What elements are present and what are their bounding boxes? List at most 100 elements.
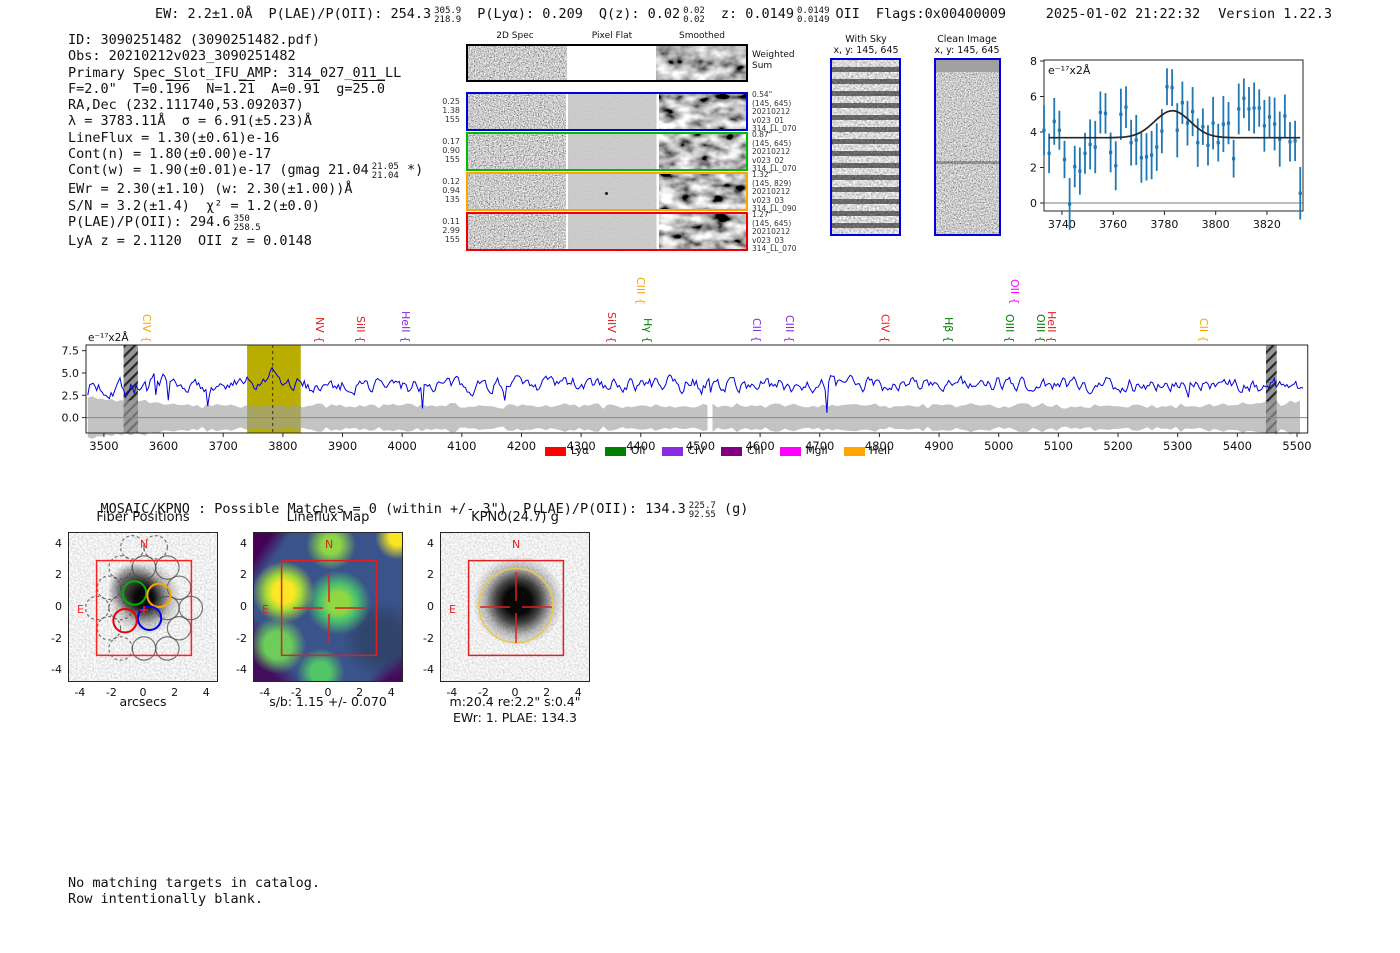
ifu-amp-line: Primary Spec_Slot_IFU_AMP: 314_027_011_L… [68, 64, 402, 81]
spectrum-x-tick: 4000 [388, 439, 417, 453]
inset-x-tick: 3820 [1253, 218, 1281, 231]
legend-label: HeII [869, 445, 891, 457]
panel-y-tick: -2 [236, 631, 247, 645]
catalog-note: No matching targets in catalog. Row inte… [68, 875, 320, 907]
legend-label: MgII [805, 445, 828, 457]
inset-y-tick: 4 [1030, 126, 1037, 139]
panel-y-tick: 2 [240, 568, 247, 582]
panel-x-tick: 4 [202, 686, 210, 699]
spectrum-x-tick: 3700 [209, 439, 238, 453]
fiber-circle [166, 615, 192, 641]
inset-x-tick: 3780 [1150, 218, 1178, 231]
plae-poii-line: P(LAE)/P(OII): 294.6 350 258.5 [68, 213, 261, 233]
weighted-sum-row [466, 44, 748, 82]
cutout-col-title-smoothed: Smoothed [679, 31, 725, 41]
inset-x-tick: 3760 [1099, 218, 1127, 231]
panel-x-tick: -2 [477, 686, 489, 699]
spectrum-y-tick: 0.0 [62, 412, 80, 425]
spectrum-x-tick: 3800 [268, 439, 297, 453]
inset-y-tick: 0 [1030, 197, 1037, 210]
kpno-xlabel2: EWr: 1. PLAE: 134.3 [453, 710, 577, 725]
legend-swatch [605, 446, 627, 456]
spectrum-x-tick: 5000 [984, 439, 1013, 453]
panel-y-tick: 4 [427, 536, 434, 550]
panel-x-tick: 4 [574, 686, 582, 699]
inset-y-tick: 2 [1030, 162, 1037, 175]
panel-y-tick: 0 [55, 600, 62, 613]
with-sky-panel [830, 58, 901, 236]
panel-y-tick: -2 [51, 631, 62, 645]
clean-image-panel [934, 58, 1001, 236]
cutout-row-left-metrics: 0.17 0.90 155 [442, 137, 460, 164]
header-z: z: 0.0149 0.0149 0.0149 OII [720, 6, 860, 25]
panel-x-tick: 0 [511, 686, 519, 699]
cont-w-line: Cont(w) = 1.90(±0.01)e-17 (gmag 21.04 21.… [68, 162, 424, 182]
lineflux-map-title: Lineflux Map [286, 510, 370, 525]
spectrum-x-tick: 5500 [1282, 439, 1311, 453]
cutout-col-title-2dspec: 2D Spec [496, 31, 534, 41]
cutout-row-left-metrics: 0.11 2.99 155 [442, 217, 460, 244]
legend-item: HeII [843, 445, 891, 457]
fiber-circle [155, 636, 180, 661]
panel-x-tick: 2 [356, 686, 364, 699]
panel-x-tick: -4 [259, 686, 271, 699]
selected-fiber-circle [112, 607, 138, 634]
fiber-overlay: NE [77, 535, 204, 661]
legend-swatch [545, 446, 566, 456]
panel-y-tick: -4 [423, 663, 434, 677]
header-ew: EW: 2.2±1.0Å [155, 6, 253, 22]
spectrum-y-tick: 7.5 [62, 345, 80, 358]
spectrum-x-tick: 5100 [1044, 439, 1073, 453]
qz-errors: 0.02 0.02 [683, 6, 705, 25]
spectrum-y-tick: 2.5 [62, 389, 80, 402]
spectrum-x-tick: 3500 [89, 439, 118, 453]
panel-x-tick: -4 [446, 686, 458, 699]
lineflux-overlay: NE [262, 538, 378, 657]
obs-line: Obs: 20210212v023_3090251482 [68, 48, 296, 65]
fiber-positions-panel: NE [68, 532, 218, 682]
fiber-circle [131, 636, 157, 661]
weighted-sum-label: Weighted Sum [752, 50, 795, 71]
lineflux-line: LineFlux = 1.30(±0.61)e-16 [68, 129, 280, 146]
cutout-row [466, 92, 748, 131]
header-qz: Q(z): 0.02 0.02 0.02 [598, 6, 705, 25]
panel-x-tick: -2 [290, 686, 302, 699]
compass-east-label: E [262, 603, 269, 616]
header-plya: P(Lyα): 0.209 [477, 6, 583, 22]
panel-y-tick: 0 [240, 600, 247, 613]
cont-n-line: Cont(n) = 1.80(±0.00)e-17 [68, 146, 272, 163]
panel-x-tick: 2 [543, 686, 551, 699]
legend-item: Lyα [545, 445, 589, 457]
clean-top-band [936, 60, 999, 72]
z-errors: 0.0149 0.0149 [797, 6, 830, 25]
pixelflat-image [568, 174, 657, 209]
legend-item: MgII [779, 445, 828, 457]
fiber-circle [108, 595, 133, 621]
panel-y-tick: -2 [423, 631, 434, 645]
with-sky-title: With Sky x, y: 145, 645 [833, 34, 899, 56]
spectrum-x-tick: 5200 [1103, 439, 1132, 453]
legend-label: Lyα [571, 445, 590, 457]
wavelength-line: λ = 3783.11Å σ = 6.91(±5.23)Å [68, 113, 312, 130]
compass-north-label: N [325, 538, 333, 551]
panel-x-tick: -2 [105, 686, 117, 699]
pixelflat-image [568, 134, 657, 169]
pixelflat-image [568, 94, 657, 129]
inset-x-tick: 3740 [1048, 218, 1076, 231]
spectrum-x-tick: 4900 [924, 439, 953, 453]
kpno-overlay: NE [449, 538, 565, 657]
cutout-row-exposure-label: 0.54" (145, 645) 20210212 v023_01 314_LL_070 [752, 90, 797, 134]
radec-line: RA,Dec (232.111740,53.092037) [68, 97, 304, 114]
panel-x-tick: 0 [139, 686, 147, 699]
fiber-circle [108, 555, 133, 580]
compass-north-label: N [512, 538, 520, 551]
inset-y-tick: 8 [1030, 55, 1037, 68]
panel-y-tick: 4 [55, 536, 62, 550]
gmag-errors: 21.05 21.04 [371, 162, 399, 182]
elixer-report-page: EW: 2.2±1.0Å P(LAE)/P(OII): 254.3 305.9 218… [0, 0, 1400, 953]
fiber-positions-title: Fiber Positions [96, 510, 190, 525]
spectrum-legend: Lyα OII CIV CIII MgII HeII [545, 445, 890, 457]
panel-y-tick: 4 [240, 536, 247, 550]
compass-east-label: E [77, 603, 84, 616]
spectrum-unit-annotation: e⁻¹⁷x2Å [88, 331, 129, 344]
